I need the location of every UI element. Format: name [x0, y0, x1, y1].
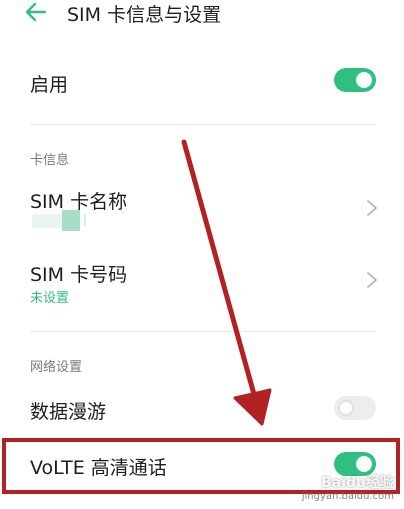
- data-roaming-label: 数据漫游: [30, 401, 107, 423]
- divider: [30, 124, 376, 125]
- toggle-knob: [338, 400, 354, 416]
- toggle-knob: [356, 72, 372, 88]
- back-arrow-icon[interactable]: [24, 1, 48, 23]
- data-roaming-toggle[interactable]: [334, 396, 376, 420]
- chevron-right-icon: [367, 200, 377, 216]
- sim-number-label: SIM 卡号码: [30, 264, 128, 286]
- app-header: SIM 卡信息与设置: [0, 0, 404, 28]
- watermark-url: jingyan.baidu.com: [301, 491, 394, 502]
- screen: SIM 卡信息与设置 启用 卡信息 SIM 卡名称 SIM 卡号码 未设置 网络…: [0, 0, 404, 509]
- sim-number-value: 未设置: [30, 291, 70, 306]
- watermark-brand: Baidu经验: [321, 475, 394, 491]
- watermark: Baidu经验 jingyan.baidu.com: [288, 472, 398, 506]
- enable-label: 启用: [30, 74, 69, 96]
- divider: [30, 331, 376, 332]
- page-title: SIM 卡信息与设置: [67, 4, 222, 26]
- blurred-name-mask: [32, 210, 90, 231]
- section-label-card-info: 卡信息: [30, 153, 70, 168]
- enable-toggle[interactable]: [334, 68, 376, 92]
- chevron-right-icon: [367, 272, 377, 288]
- section-label-network: 网络设置: [30, 360, 83, 375]
